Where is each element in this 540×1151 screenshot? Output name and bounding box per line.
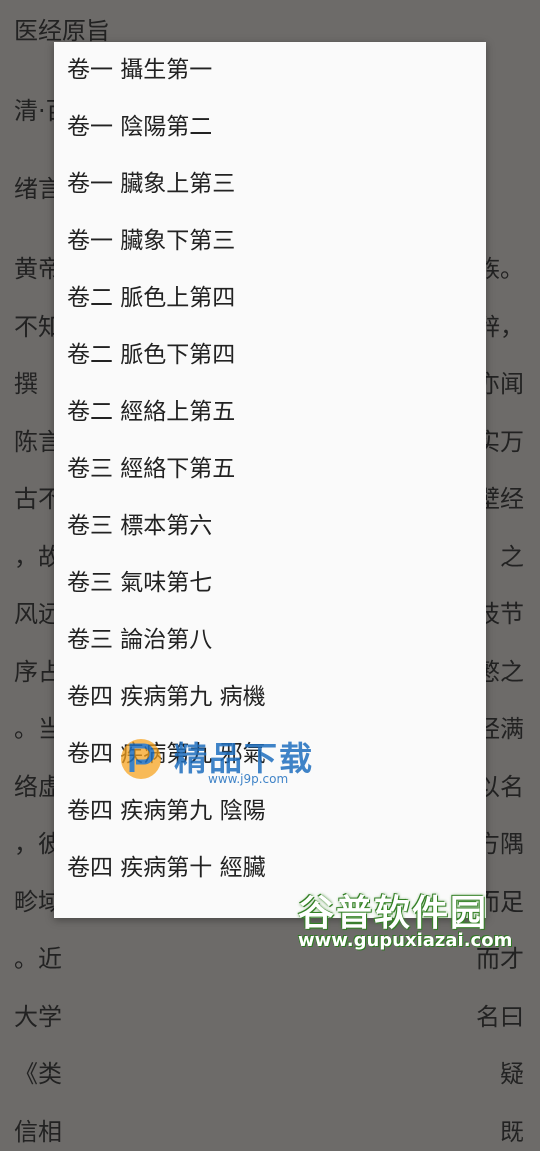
body-text-line: 大学 <box>14 1002 62 1031</box>
body-text-line: 。近 <box>14 945 62 973</box>
toc-item[interactable]: 卷四 疾病第九 病機 <box>54 669 486 726</box>
toc-item[interactable]: 卷三 論治第八 <box>54 612 486 669</box>
body-text-line: 撰 <box>14 370 38 398</box>
toc-item[interactable]: 卷一 攝生第一 <box>54 42 486 99</box>
j9p-logo-icon <box>121 739 161 779</box>
body-text-line: 信相 <box>14 1117 62 1146</box>
j9p-watermark-url: www.j9p.com <box>208 772 289 786</box>
watermark-j9p: 精品下载 www.j9p.com <box>118 732 348 786</box>
gupu-watermark-text: 谷普软件园 <box>298 893 489 934</box>
body-text-line: 疑 <box>500 1060 524 1088</box>
toc-item[interactable]: 卷二 脈色上第四 <box>54 270 486 327</box>
toc-item[interactable]: 卷二 脈色下第四 <box>54 327 486 384</box>
gupu-watermark-url: www.gupuxiazai.com <box>298 930 513 951</box>
toc-item[interactable]: 卷三 氣味第七 <box>54 555 486 612</box>
toc-item[interactable]: 卷一 陰陽第二 <box>54 99 486 156</box>
toc-item[interactable]: 卷三 標本第六 <box>54 498 486 555</box>
toc-item[interactable]: 卷四 疾病第九 陰陽 <box>54 783 486 840</box>
toc-item[interactable]: 卷一 臟象上第三 <box>54 156 486 213</box>
body-text-line: 《类 <box>14 1060 62 1088</box>
toc-item[interactable]: 卷二 經絡上第五 <box>54 384 486 441</box>
watermark-gupu: 谷普软件园 www.gupuxiazai.com <box>292 884 540 960</box>
body-text-line: 名曰 <box>476 1002 524 1031</box>
body-text-line: 之 <box>500 542 524 571</box>
toc-item[interactable]: 卷一 臟象下第三 <box>54 213 486 270</box>
toc-item[interactable]: 卷三 經絡下第五 <box>54 441 486 498</box>
toc-popup-menu: 卷一 攝生第一 卷一 陰陽第二 卷一 臟象上第三 卷一 臟象下第三 卷二 脈色上… <box>54 42 486 918</box>
body-text-line: 既 <box>500 1117 524 1146</box>
